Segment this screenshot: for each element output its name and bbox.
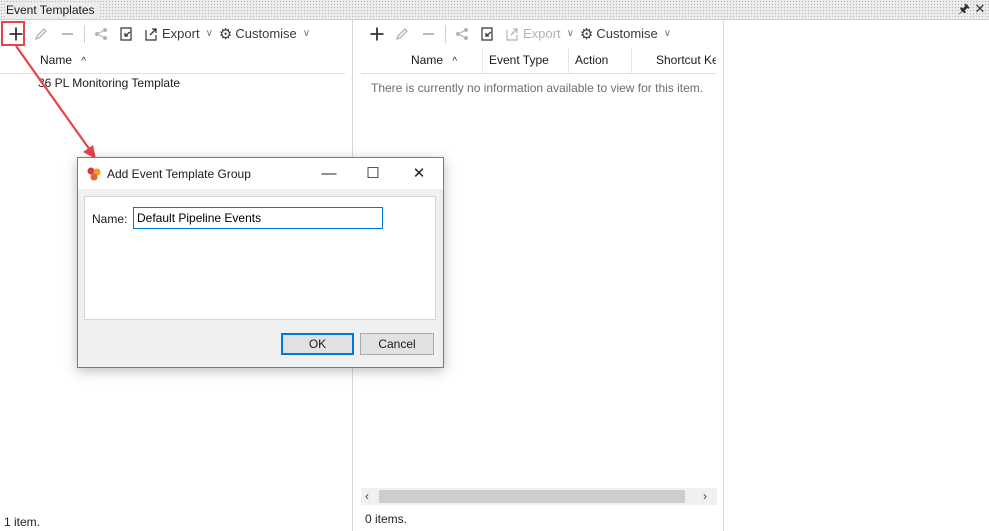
chevron-down-icon: ∨: [663, 28, 672, 39]
export-button[interactable]: Export ∨: [502, 23, 576, 45]
customise-button[interactable]: ⚙ Customise ∨: [217, 23, 312, 45]
close-icon[interactable]: ✕: [972, 1, 988, 17]
left-status: 1 item.: [4, 515, 41, 529]
horizontal-scrollbar[interactable]: ‹ ›: [361, 488, 717, 505]
gear-icon: ⚙: [579, 25, 594, 43]
sort-ascending-icon: ^: [452, 56, 458, 67]
ok-button[interactable]: OK: [281, 333, 354, 355]
dialog-body: Name:: [84, 196, 436, 320]
annotation-arrow: [15, 45, 96, 159]
panel-splitter[interactable]: [723, 20, 724, 531]
scroll-left-icon[interactable]: ‹: [365, 489, 369, 503]
export-button[interactable]: Export ∨: [141, 23, 215, 45]
share-button[interactable]: [450, 23, 474, 45]
minus-icon: [423, 32, 434, 35]
panel-title-bar: Event Templates 🖈 ✕: [0, 0, 989, 20]
maximize-button[interactable]: ☐: [351, 158, 395, 189]
export-icon: [145, 27, 157, 41]
plus-icon: [370, 27, 384, 40]
scroll-right-icon[interactable]: ›: [703, 489, 707, 503]
scrollbar-thumb[interactable]: [379, 490, 685, 503]
edit-button[interactable]: [389, 23, 415, 45]
import-icon: [481, 26, 493, 41]
dialog-title-bar: Add Event Template Group — ☐ ✕: [78, 158, 443, 189]
remove-button[interactable]: [415, 23, 441, 45]
customise-button[interactable]: ⚙ Customise ∨: [578, 23, 673, 45]
dialog-close-button[interactable]: ✕: [397, 158, 441, 189]
minimize-button[interactable]: —: [307, 158, 351, 189]
add-button[interactable]: [365, 23, 389, 45]
chevron-down-icon: ∨: [302, 28, 311, 39]
column-action[interactable]: Action: [569, 48, 632, 73]
cancel-button[interactable]: Cancel: [360, 333, 434, 355]
chevron-down-icon: ∨: [205, 28, 213, 39]
right-status: 0 items.: [365, 512, 408, 526]
toolbar-separator: [445, 24, 446, 43]
column-name[interactable]: Name ^: [405, 48, 483, 73]
dialog-title: Add Event Template Group: [107, 167, 251, 181]
chevron-down-icon: ∨: [566, 28, 574, 39]
pin-icon[interactable]: 🖈: [956, 1, 972, 17]
import-icon: [120, 26, 132, 41]
export-icon: [506, 27, 518, 41]
app-logo-icon: [87, 167, 101, 181]
column-event-type[interactable]: Event Type: [483, 48, 569, 73]
name-input[interactable]: [133, 207, 383, 229]
pencil-icon: [395, 27, 408, 40]
share-icon: [456, 27, 468, 40]
right-toolbar: Export ∨ ⚙ Customise ∨: [361, 20, 723, 47]
gear-icon: ⚙: [218, 25, 233, 43]
empty-message: There is currently no information availa…: [371, 81, 704, 95]
name-label: Name:: [92, 212, 128, 226]
import-button[interactable]: [474, 23, 500, 45]
add-event-template-group-dialog: Add Event Template Group — ☐ ✕ Name: OK …: [77, 157, 444, 368]
right-column-header: Name ^ Event Type Action Shortcut Ke: [361, 48, 716, 74]
column-shortcut-key[interactable]: Shortcut Ke: [632, 48, 716, 73]
